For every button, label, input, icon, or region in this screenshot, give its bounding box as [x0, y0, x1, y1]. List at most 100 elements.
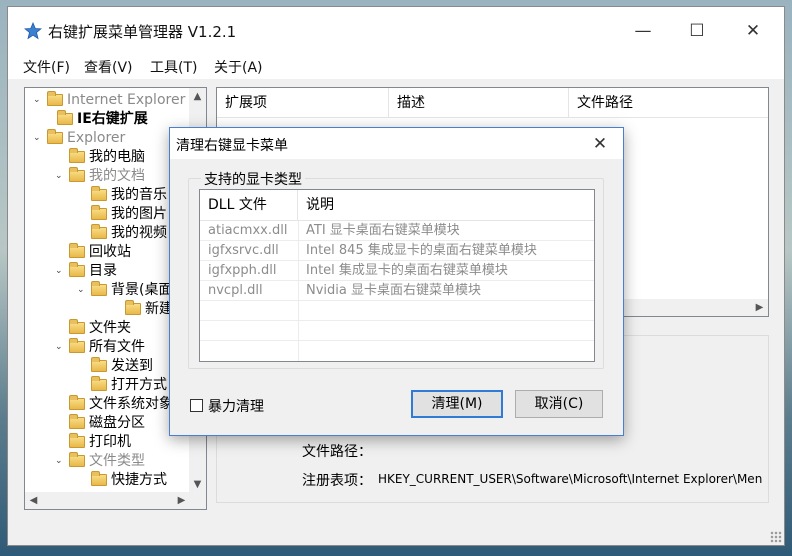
force-clean-checkbox[interactable]	[190, 399, 203, 412]
tree-item-label: Explorer	[67, 130, 126, 146]
force-clean-label[interactable]: 暴力清理	[208, 396, 264, 416]
table-row[interactable]: nvcpl.dll Nvidia 显卡桌面右键菜单模块	[200, 281, 594, 301]
tree-item-label: 我的音乐	[111, 187, 167, 203]
tree-item-printer[interactable]: 打印机	[67, 433, 131, 452]
column-header-path[interactable]: 文件路径	[569, 88, 768, 118]
folder-icon	[69, 433, 85, 448]
folder-icon	[69, 338, 85, 353]
tree-item-label: 文件夹	[89, 320, 131, 336]
column-header-dll[interactable]: DLL 文件	[200, 190, 298, 221]
tree-item-my-pictures[interactable]: 我的图片	[89, 205, 167, 224]
dialog-title: 清理右键显卡菜单	[176, 138, 288, 154]
dll-list-header: DLL 文件 说明	[200, 190, 594, 221]
expand-icon[interactable]: ⌄	[55, 452, 67, 471]
tree-item-label: 磁盘分区	[89, 415, 145, 431]
tree-item-all-files[interactable]: ⌄ 所有文件	[55, 338, 145, 357]
tree-item-my-music[interactable]: 我的音乐	[89, 186, 167, 205]
empty-row	[200, 301, 594, 321]
expand-icon[interactable]: ⌄	[55, 167, 67, 186]
tree-item-label: IE右键扩展	[77, 111, 148, 127]
tree-item-file-types[interactable]: ⌄ 文件类型	[55, 452, 145, 471]
expand-icon[interactable]: ⌄	[33, 129, 45, 148]
tree-item-my-documents[interactable]: ⌄ 我的文档	[55, 167, 145, 186]
dll-list[interactable]: DLL 文件 说明 atiacmxx.dll ATI 显卡桌面右键菜单模块 igf…	[199, 189, 595, 362]
tree-item-label: 目录	[89, 263, 117, 279]
gpu-type-group: 支持的显卡类型 DLL 文件 说明 atiacmxx.dll ATI 显卡桌面右键…	[188, 169, 604, 369]
title-bar: 右键扩展菜单管理器 V1.2.1 — ☐ ✕	[8, 7, 784, 53]
tree-item-label: 发送到	[111, 358, 153, 374]
tree-item-label: 背景(桌面)	[111, 282, 178, 298]
tree-item-label: 打印机	[89, 434, 131, 450]
expand-icon[interactable]: ⌄	[33, 91, 45, 110]
tree-item-open-with[interactable]: 打开方式	[89, 376, 167, 395]
folder-icon	[91, 224, 107, 239]
folder-icon	[69, 243, 85, 258]
tree-item-background[interactable]: ⌄ 背景(桌面)	[77, 281, 178, 300]
column-header-desc[interactable]: 说明	[298, 190, 594, 221]
cancel-button[interactable]: 取消(C)	[515, 390, 603, 418]
tree-item-my-videos[interactable]: 我的视频	[89, 224, 167, 243]
tree-item-drive[interactable]: 磁盘分区	[67, 414, 145, 433]
tree-item-label: 文件类型	[89, 453, 145, 469]
tree-item-my-computer[interactable]: 我的电脑	[67, 148, 145, 167]
tree-item-recycle-bin[interactable]: 回收站	[67, 243, 131, 262]
tree-item-label: 快捷方式	[111, 472, 167, 488]
folder-icon	[69, 452, 85, 467]
tree-item-directory[interactable]: ⌄ 目录	[55, 262, 117, 281]
maximize-icon[interactable]: ☐	[674, 13, 720, 49]
group-title: 支持的显卡类型	[201, 169, 305, 189]
expand-icon[interactable]: ⌄	[55, 338, 67, 357]
tree-item-folder[interactable]: 文件夹	[67, 319, 131, 338]
scroll-right-icon[interactable]: ▶	[173, 492, 190, 509]
tree-item-internet-explorer[interactable]: ⌄ Internet Explorer	[33, 91, 185, 110]
dll-desc: Intel 845 集成显卡的桌面右键菜单模块	[306, 243, 537, 258]
menu-file[interactable]: 文件(F)	[23, 57, 70, 77]
expand-icon[interactable]: ⌄	[55, 262, 67, 281]
tree-item-fs-objects[interactable]: 文件系统对象	[67, 395, 173, 414]
tree-item-explorer[interactable]: ⌄ Explorer	[33, 129, 125, 148]
folder-icon	[69, 167, 85, 182]
tree-item-label: 所有文件	[89, 339, 145, 355]
table-row[interactable]: igfxsrvc.dll Intel 845 集成显卡的桌面右键菜单模块	[200, 241, 594, 261]
dialog-close-icon[interactable]: ✕	[583, 130, 617, 158]
folder-icon	[91, 205, 107, 220]
folder-icon	[91, 281, 107, 296]
clean-gpu-menu-dialog: 清理右键显卡菜单 ✕ 支持的显卡类型 DLL 文件 说明 atiacmxx.dl…	[169, 127, 624, 436]
scroll-right-icon[interactable]: ▶	[751, 299, 768, 316]
empty-row	[200, 321, 594, 341]
table-row[interactable]: atiacmxx.dll ATI 显卡桌面右键菜单模块	[200, 221, 594, 241]
tree-item-new[interactable]: 新建	[123, 300, 173, 319]
dll-name: nvcpl.dll	[208, 283, 263, 298]
folder-icon	[69, 319, 85, 334]
tree-item-label: 我的图片	[111, 206, 167, 222]
tree-horizontal-scrollbar[interactable]: ◀ ▶	[25, 492, 190, 509]
file-path-label: 文件路径：	[302, 444, 372, 460]
scroll-up-icon[interactable]: ▲	[189, 88, 206, 105]
tree-item-label: 我的文档	[89, 168, 145, 184]
menu-bar: 文件(F) 查看(V) 工具(T) 关于(A)	[8, 53, 784, 79]
table-row[interactable]: igfxpph.dll Intel 集成显卡的桌面右键菜单模块	[200, 261, 594, 281]
dll-desc: ATI 显卡桌面右键菜单模块	[306, 223, 460, 238]
tree-item-shortcut[interactable]: 快捷方式	[89, 471, 167, 490]
scroll-down-icon[interactable]: ▼	[189, 476, 206, 493]
expand-icon[interactable]: ⌄	[77, 281, 89, 300]
tree-item-label: 我的视频	[111, 225, 167, 241]
minimize-icon[interactable]: —	[620, 13, 666, 49]
folder-icon	[47, 91, 63, 106]
window-title: 右键扩展菜单管理器 V1.2.1	[48, 23, 237, 41]
tree-item-send-to[interactable]: 发送到	[89, 357, 153, 376]
scroll-left-icon[interactable]: ◀	[25, 492, 42, 509]
tree-item-ie-extension[interactable]: IE右键扩展	[55, 110, 148, 129]
tree-item-label: Internet Explorer	[67, 92, 186, 108]
column-header-extension[interactable]: 扩展项	[217, 88, 389, 118]
folder-icon	[69, 262, 85, 277]
clean-button[interactable]: 清理(M)	[411, 390, 503, 418]
column-header-description[interactable]: 描述	[389, 88, 569, 118]
folder-icon	[91, 471, 107, 486]
menu-view[interactable]: 查看(V)	[84, 57, 133, 77]
close-icon[interactable]: ✕	[730, 13, 776, 49]
menu-about[interactable]: 关于(A)	[214, 57, 263, 77]
menu-tools[interactable]: 工具(T)	[150, 57, 197, 77]
resize-grip-icon[interactable]	[770, 531, 782, 543]
scroll-corner	[189, 492, 206, 509]
